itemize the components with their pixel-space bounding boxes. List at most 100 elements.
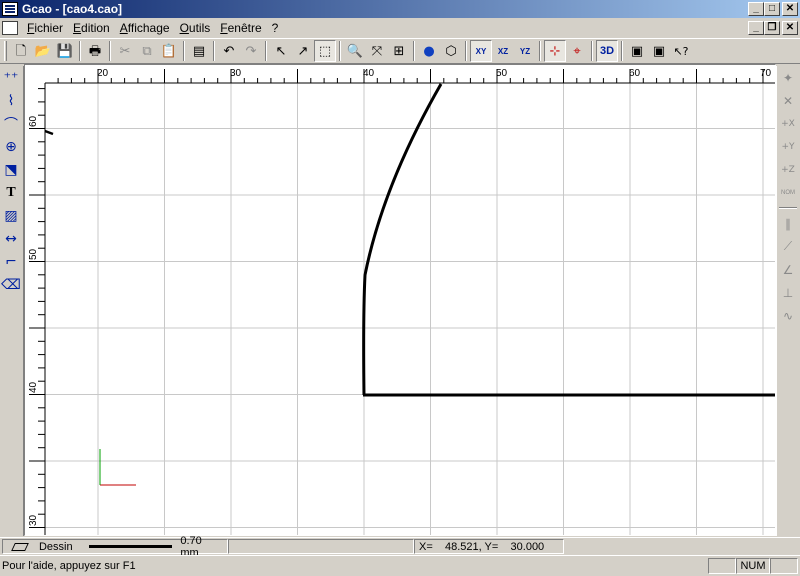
render-sphere-icon: ● xyxy=(423,43,435,59)
properties-button[interactable]: ▤ xyxy=(188,40,210,62)
add-x-button[interactable]: +X xyxy=(777,112,799,135)
menu-affichage[interactable]: Affichage xyxy=(115,21,175,35)
copy-button[interactable]: ⧉ xyxy=(136,40,158,62)
print-button[interactable]: 🖶 xyxy=(84,40,106,62)
perpendicular-button[interactable]: ⊥ xyxy=(777,281,799,304)
doc-restore-button[interactable]: ❐ xyxy=(764,21,780,35)
vertical-ruler: 60 50 40 30 xyxy=(25,65,46,535)
toolbar-separator xyxy=(621,41,623,61)
app-window: Gcao - [cao4.cao] _ □ ✕ Fichier Edition … xyxy=(0,0,800,576)
ruler-x-label: 60 xyxy=(629,68,641,79)
help-pointer-button[interactable]: ↖? xyxy=(670,40,692,62)
ruler-x-label: 70 xyxy=(760,68,772,79)
caption-buttons: _ □ ✕ xyxy=(748,2,798,16)
add-z-button[interactable]: +Z xyxy=(777,158,799,181)
minimize-button[interactable]: _ xyxy=(748,2,764,16)
toolbar-separator xyxy=(591,41,593,61)
toolbar-grip[interactable] xyxy=(4,41,7,61)
document-icon[interactable] xyxy=(2,21,18,35)
transform-tool-button[interactable]: ⬔ xyxy=(0,158,22,181)
zoom-extents-button[interactable]: ⊞ xyxy=(388,40,410,62)
tangent-button[interactable]: ⟋ xyxy=(777,235,799,258)
window-3d-icon: ▣ xyxy=(652,43,666,59)
box-3d-button[interactable]: ⬡ xyxy=(440,40,462,62)
app-icon[interactable] xyxy=(2,2,18,16)
curve-snap-button[interactable]: ∿ xyxy=(777,304,799,327)
document-caption-buttons: _ ❐ ✕ xyxy=(748,21,798,35)
grid xyxy=(45,83,775,535)
view-xy-button[interactable]: XY xyxy=(470,40,492,62)
redo-button[interactable]: ↷ xyxy=(240,40,262,62)
snap-nom-button[interactable]: NOM xyxy=(777,181,799,204)
fillet-tool-button[interactable]: ⌐ xyxy=(0,250,22,273)
curve-tool-button[interactable]: ⌒ xyxy=(0,112,22,135)
hatch-tool-button[interactable]: ▨ xyxy=(0,204,22,227)
parallel-icon: ∥ xyxy=(785,216,791,231)
new-file-icon: 🗋 xyxy=(15,43,27,59)
new-file-button[interactable]: 🗋 xyxy=(10,40,32,62)
save-button[interactable]: 💾 xyxy=(54,40,76,62)
menu-edition[interactable]: Edition xyxy=(68,21,115,35)
maximize-button[interactable]: □ xyxy=(764,2,780,16)
menu-fenetre[interactable]: Fenêtre xyxy=(215,21,266,35)
redo-icon: ↷ xyxy=(245,43,257,59)
menu-bar: Fichier Edition Affichage Outils Fenêtre… xyxy=(0,18,800,38)
scroll-indicator xyxy=(770,558,798,574)
window-title: Gcao - [cao4.cao] xyxy=(22,2,123,16)
toolbar-separator xyxy=(339,41,341,61)
view-yz-button[interactable]: YZ xyxy=(514,40,536,62)
open-button[interactable]: 📂 xyxy=(32,40,54,62)
menu-help[interactable]: ? xyxy=(267,21,284,35)
select-curve-button[interactable]: ↗ xyxy=(292,40,314,62)
toolbar-separator xyxy=(109,41,111,61)
perpendicular-icon: ⊥ xyxy=(782,285,794,300)
point-tool-button[interactable]: ⁺⁺ xyxy=(0,66,22,89)
toolbar-separator xyxy=(183,41,185,61)
menu-outils[interactable]: Outils xyxy=(175,21,216,35)
window-3d-button[interactable]: ▣ xyxy=(648,40,670,62)
render-button[interactable]: ● xyxy=(418,40,440,62)
snap-intersection-button[interactable]: ✕ xyxy=(777,89,799,112)
undo-button[interactable]: ↶ xyxy=(218,40,240,62)
add-y-button[interactable]: +Y xyxy=(777,135,799,158)
circle-tool-button[interactable]: ⊕ xyxy=(0,135,22,158)
ruler-y-label: 50 xyxy=(28,248,39,260)
select-button[interactable]: ↖ xyxy=(270,40,292,62)
eraser-tool-button[interactable]: ⌫ xyxy=(0,273,22,296)
parallel-button[interactable]: ∥ xyxy=(777,212,799,235)
snap-grid-button[interactable]: ⊹ xyxy=(544,40,566,62)
cut-button[interactable]: ✂ xyxy=(114,40,136,62)
open-folder-icon: 📂 xyxy=(34,43,52,59)
coordinates-readout: X= 48.521, Y= 30.000 xyxy=(414,539,564,554)
drawing-surface[interactable]: 20 30 40 50 60 70 60 50 40 30 xyxy=(25,65,775,535)
tangent-icon: ⟋ xyxy=(783,239,793,253)
snap-end-button[interactable]: ✦ xyxy=(777,66,799,89)
doc-close-button[interactable]: ✕ xyxy=(782,21,798,35)
text-tool-button[interactable]: T xyxy=(0,181,22,204)
view-xz-button[interactable]: XZ xyxy=(492,40,514,62)
arc-entity[interactable] xyxy=(362,83,443,396)
snap-intersection-icon: ✕ xyxy=(782,93,794,108)
angle-button[interactable]: ∠ xyxy=(777,258,799,281)
title-bar[interactable]: Gcao - [cao4.cao] _ □ ✕ xyxy=(0,0,800,18)
edge-tick-entity[interactable] xyxy=(44,129,54,136)
zoom-pan-button[interactable]: ⤧ xyxy=(366,40,388,62)
layer-panel[interactable]: Dessin 0.70 mm xyxy=(2,535,228,559)
dimension-tool-button[interactable]: ↔ xyxy=(0,227,22,250)
zoom-icon: 🔍 xyxy=(346,43,364,59)
doc-minimize-button[interactable]: _ xyxy=(748,21,764,35)
drawing-canvas[interactable]: 20 30 40 50 60 70 60 50 40 30 xyxy=(24,64,776,536)
paste-button[interactable]: 📋 xyxy=(158,40,180,62)
close-button[interactable]: ✕ xyxy=(782,2,798,16)
empty-panel xyxy=(228,539,414,554)
zoom-button[interactable]: 🔍 xyxy=(344,40,366,62)
add-z-icon: +Z xyxy=(781,164,795,175)
zoom-window-button[interactable]: ⬚ xyxy=(314,40,336,62)
window-2d-button[interactable]: ▣ xyxy=(626,40,648,62)
ruler-y-label: 40 xyxy=(28,381,39,393)
menu-fichier[interactable]: Fichier xyxy=(22,21,68,35)
view-3d-button[interactable]: 3D xyxy=(596,40,618,62)
snap-point-button[interactable]: ⌖ xyxy=(566,40,588,62)
polyline-tool-button[interactable]: ⌇ xyxy=(0,89,22,112)
transform-tool-icon: ⬔ xyxy=(4,161,18,178)
